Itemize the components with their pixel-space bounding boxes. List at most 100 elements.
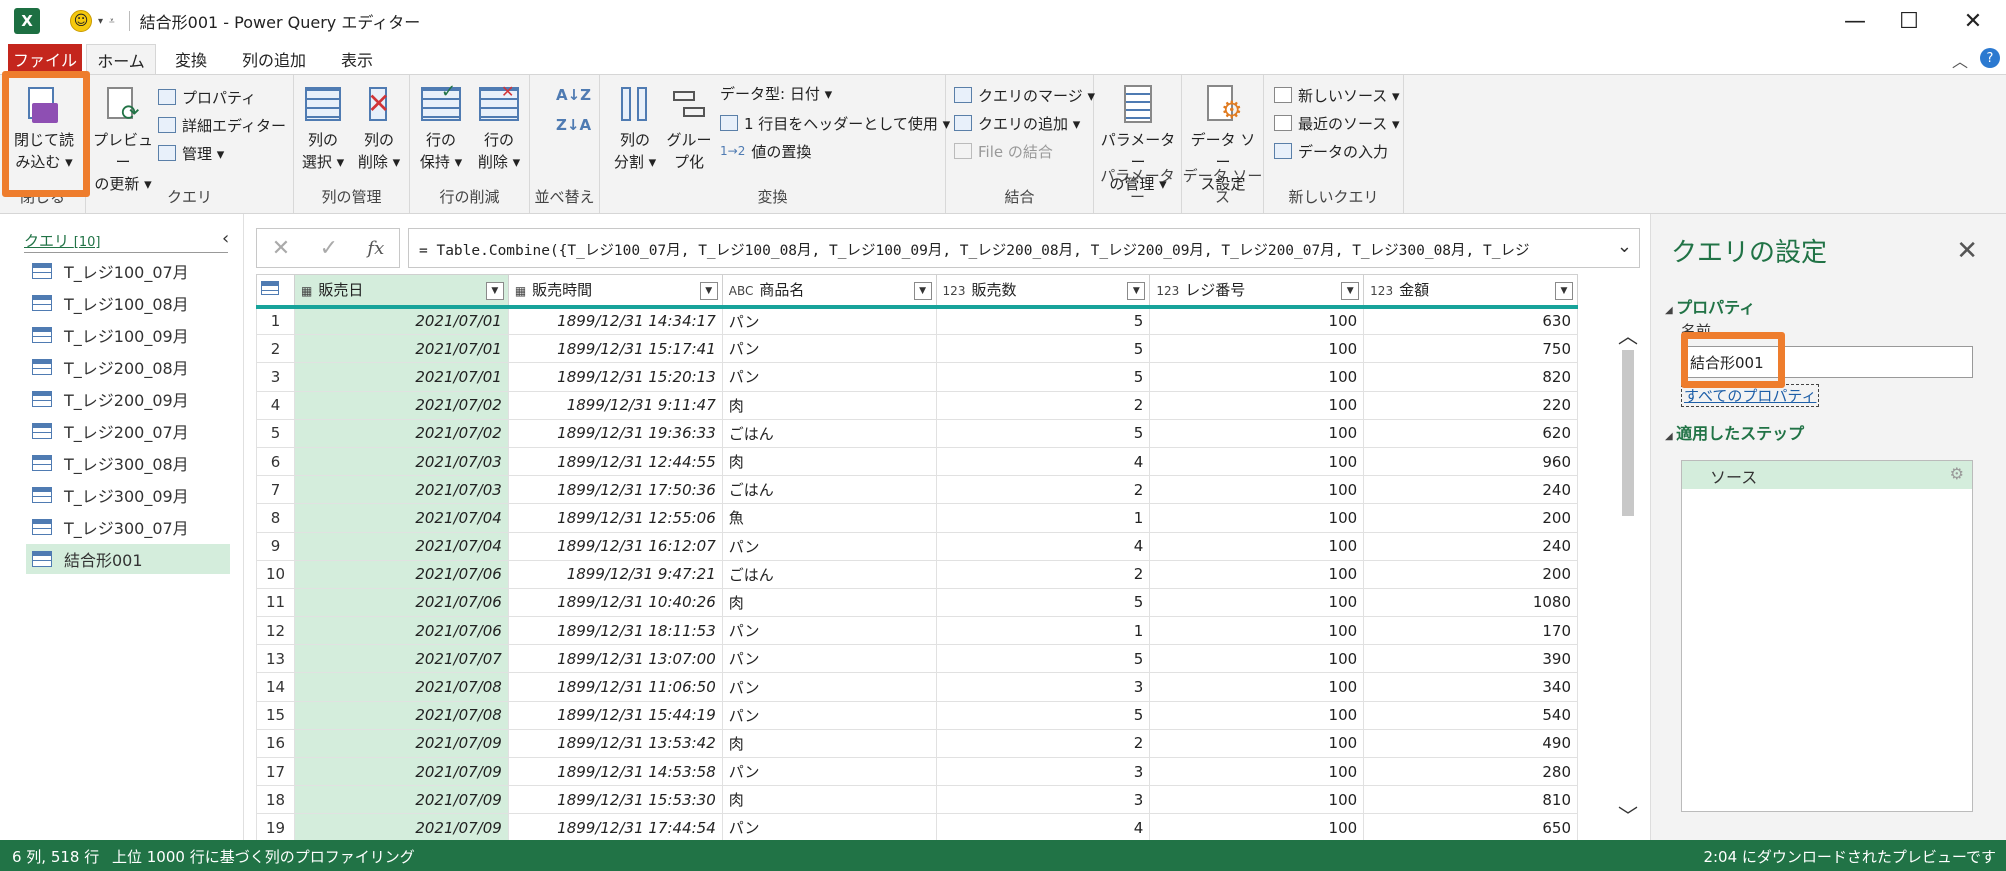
quick-access-customize-icon[interactable]: ⩡ [109, 16, 115, 27]
table-cell[interactable]: 5 [935, 418, 1151, 448]
table-cell[interactable]: 1 [935, 616, 1151, 646]
table-cell[interactable]: 2021/07/07 [293, 644, 509, 674]
table-cell[interactable]: 2021/07/09 [293, 756, 509, 787]
query-item[interactable]: T_レジ300_09月 [26, 480, 230, 510]
query-item[interactable]: T_レジ100_07月 [26, 256, 230, 286]
row-number[interactable]: 18 [256, 785, 295, 815]
query-item[interactable]: T_レジ300_07月 [26, 512, 230, 542]
fx-icon[interactable]: fx [367, 238, 384, 259]
row-number[interactable]: 15 [256, 700, 295, 730]
filter-dropdown-icon[interactable]: ▼ [485, 282, 504, 300]
table-cell[interactable]: 2021/07/06 [293, 587, 509, 618]
collapse-ribbon-icon[interactable]: ︿ [1952, 48, 1968, 72]
scroll-down-icon[interactable]: ﹀ [1616, 800, 1640, 829]
table-cell[interactable]: 1899/12/31 14:34:17 [507, 305, 723, 336]
table-cell[interactable]: 1899/12/31 15:44:19 [507, 700, 723, 730]
table-cell[interactable]: 肉 [721, 728, 937, 759]
table-cell[interactable]: 100 [1149, 418, 1365, 448]
table-cell[interactable]: 1899/12/31 15:20:13 [507, 362, 723, 392]
table-cell[interactable]: 1899/12/31 9:11:47 [507, 390, 723, 420]
column-profiling-toggle[interactable]: 上位 1000 行に基づく列のプロファイリング [112, 846, 415, 867]
expand-formula-icon[interactable]: ⌄ [1617, 236, 1632, 257]
table-cell[interactable]: 200 [1363, 559, 1578, 589]
table-cell[interactable]: 240 [1363, 531, 1578, 561]
table-cell[interactable]: 220 [1363, 390, 1578, 420]
table-cell[interactable]: 340 [1363, 672, 1578, 702]
table-cell[interactable]: 2021/07/09 [293, 813, 509, 840]
sort-descending-icon[interactable]: Z↓A [556, 113, 591, 137]
table-cell[interactable]: 肉 [721, 390, 937, 420]
table-cell[interactable]: ごはん [721, 418, 937, 448]
table-cell[interactable]: 2021/07/08 [293, 700, 509, 730]
table-cell[interactable]: 100 [1149, 305, 1365, 336]
table-cell[interactable]: パン [721, 813, 937, 840]
formula-input[interactable]: = Table.Combine({T_レジ100_07月, T_レジ100_08… [408, 228, 1640, 268]
table-cell[interactable]: 2021/07/06 [293, 616, 509, 646]
table-cell[interactable]: 1899/12/31 13:53:42 [507, 728, 723, 759]
use-first-row-header-button[interactable]: 1 行目をヘッダーとして使用 ▾ [720, 111, 950, 135]
table-cell[interactable]: 100 [1149, 587, 1365, 618]
column-header[interactable]: 123 金額 ▼ [1363, 274, 1578, 309]
table-cell[interactable]: 650 [1363, 813, 1578, 840]
group-by-button[interactable]: グルー プ化 [666, 83, 712, 173]
table-cell[interactable]: 1899/12/31 17:44:54 [507, 813, 723, 840]
table-cell[interactable]: 100 [1149, 559, 1365, 589]
column-header[interactable]: 123 レジ番号 ▼ [1149, 274, 1365, 309]
row-number[interactable]: 1 [256, 305, 295, 336]
tab-view[interactable]: 表示 [334, 44, 380, 74]
table-cell[interactable]: 1899/12/31 10:40:26 [507, 587, 723, 618]
row-number[interactable]: 2 [256, 334, 295, 364]
row-number[interactable]: 5 [256, 418, 295, 448]
cancel-formula-icon[interactable]: ✕ [272, 236, 290, 261]
table-cell[interactable]: 240 [1363, 475, 1578, 505]
table-cell[interactable]: 1 [935, 503, 1151, 533]
data-type-dropdown[interactable]: データ型: 日付 ▾ [720, 81, 832, 105]
table-cell[interactable]: 810 [1363, 785, 1578, 815]
table-cell[interactable]: 2021/07/01 [293, 362, 509, 392]
table-cell[interactable]: 4 [935, 531, 1151, 561]
row-number[interactable]: 3 [256, 362, 295, 392]
table-cell[interactable]: 100 [1149, 475, 1365, 505]
row-number[interactable]: 10 [256, 559, 295, 589]
row-number[interactable]: 7 [256, 475, 295, 505]
table-cell[interactable]: パン [721, 672, 937, 702]
scrollbar-thumb[interactable] [1622, 350, 1634, 516]
table-cell[interactable]: 820 [1363, 362, 1578, 392]
remove-rows-button[interactable]: ✕ 行の 削除 ▾ [472, 82, 526, 173]
split-column-button[interactable]: 列の 分割 ▾ [608, 83, 662, 173]
table-cell[interactable]: 100 [1149, 700, 1365, 730]
row-number[interactable]: 6 [256, 446, 295, 477]
properties-section-header[interactable]: プロパティ [1665, 294, 1755, 318]
collapse-pane-icon[interactable]: ‹ [222, 228, 229, 249]
table-cell[interactable]: 5 [935, 362, 1151, 392]
recent-sources-button[interactable]: 最近のソース ▾ [1274, 111, 1400, 135]
tab-transform[interactable]: 変換 [166, 44, 216, 74]
new-source-button[interactable]: 新しいソース ▾ [1274, 83, 1400, 107]
table-cell[interactable]: パン [721, 700, 937, 730]
refresh-preview-button[interactable]: ⟳ プレビュー の更新 ▾ [90, 83, 156, 195]
table-cell[interactable]: 2021/07/03 [293, 446, 509, 477]
queries-header[interactable]: クエリ [10] [24, 230, 100, 251]
close-window-button[interactable]: ✕ [1948, 6, 1998, 36]
table-cell[interactable]: ごはん [721, 559, 937, 589]
tab-home[interactable]: ホーム [86, 44, 156, 74]
table-cell[interactable]: 4 [935, 813, 1151, 840]
table-cell[interactable]: 620 [1363, 418, 1578, 448]
table-cell[interactable]: 100 [1149, 728, 1365, 759]
table-cell[interactable]: 2021/07/03 [293, 475, 509, 505]
table-cell[interactable]: 200 [1363, 503, 1578, 533]
table-cell[interactable]: 1080 [1363, 587, 1578, 618]
tab-add-column[interactable]: 列の追加 [236, 44, 312, 74]
table-cell[interactable]: 2021/07/04 [293, 531, 509, 561]
maximize-button[interactable]: ☐ [1884, 6, 1934, 36]
table-cell[interactable]: 1899/12/31 15:17:41 [507, 334, 723, 364]
row-number[interactable]: 8 [256, 503, 295, 533]
table-cell[interactable]: 2 [935, 728, 1151, 759]
table-cell[interactable]: 肉 [721, 587, 937, 618]
table-cell[interactable]: 100 [1149, 785, 1365, 815]
gear-icon[interactable]: ⚙ [1950, 464, 1964, 483]
table-cell[interactable]: 1899/12/31 12:55:06 [507, 503, 723, 533]
filter-dropdown-icon[interactable]: ▼ [913, 282, 932, 300]
table-cell[interactable]: 100 [1149, 616, 1365, 646]
table-cell[interactable]: 2021/07/09 [293, 785, 509, 815]
